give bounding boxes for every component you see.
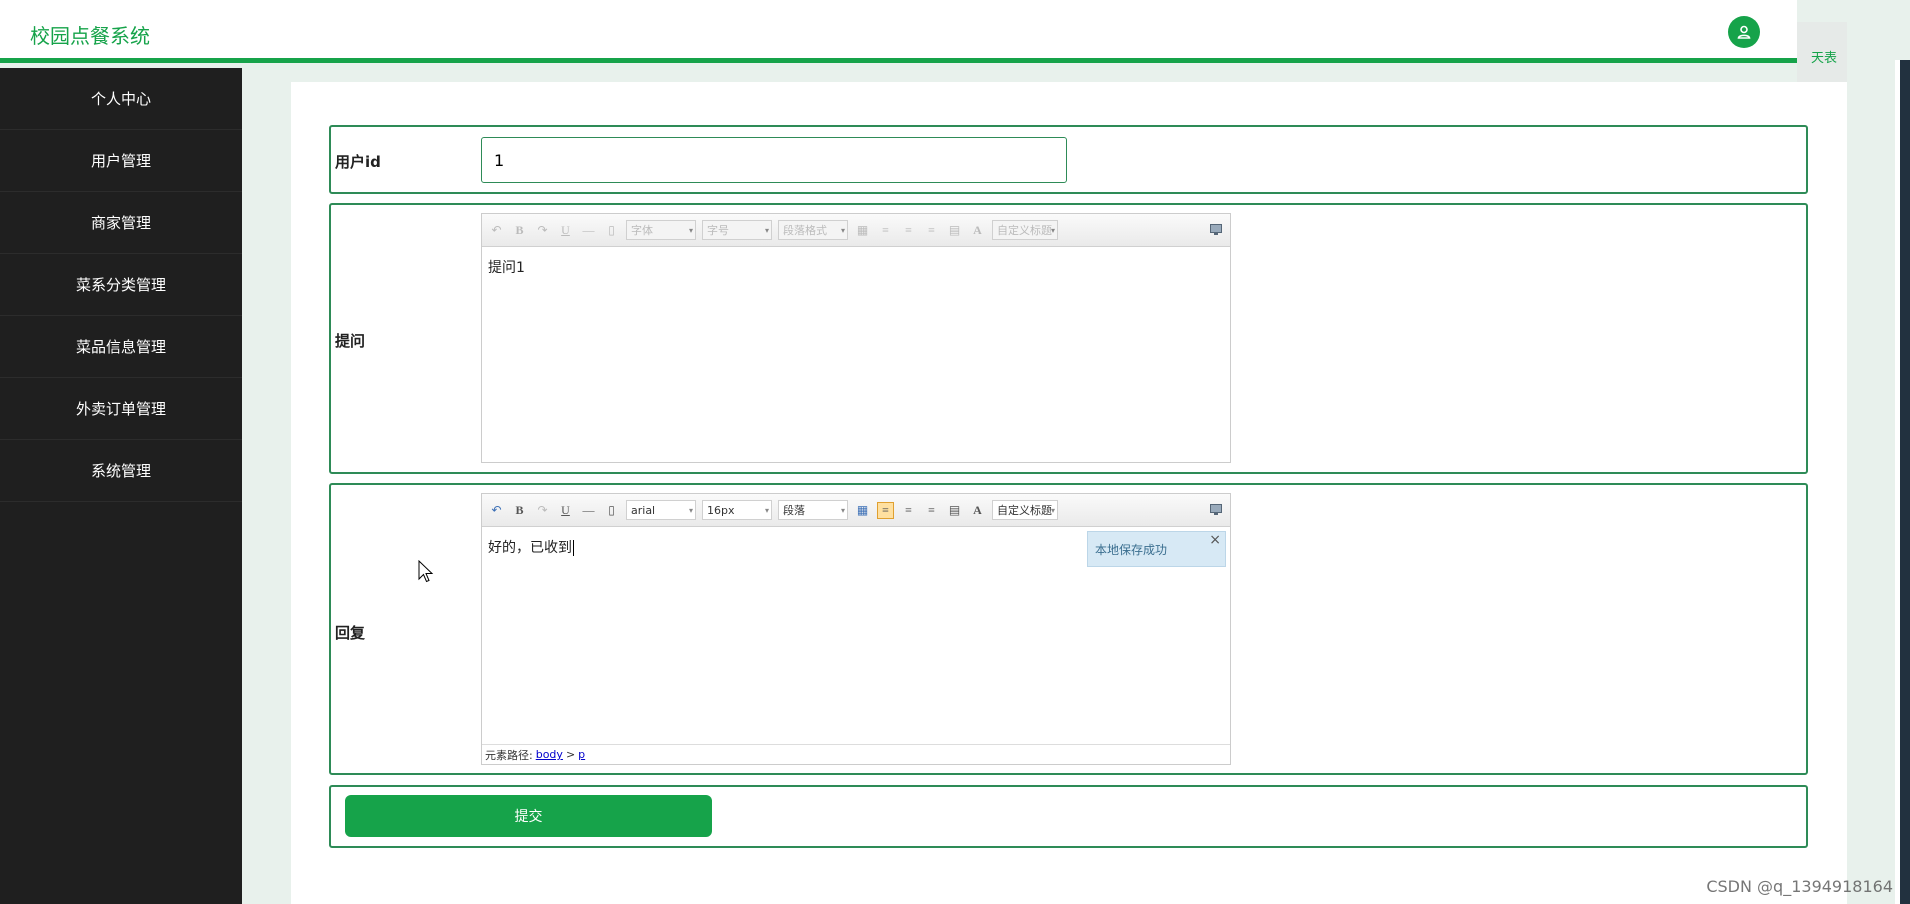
table-icon[interactable]: ▦ <box>854 502 871 519</box>
undo-icon[interactable]: ↶ <box>488 502 505 519</box>
watermark: CSDN @q_1394918164 <box>1706 877 1893 896</box>
sidebar-item-user-management[interactable]: 用户管理 <box>0 130 242 192</box>
bold-icon[interactable]: B <box>511 222 528 239</box>
form-row-reply: 回复 ↶ B ↷ U — ▯ arial 16px 段落 ▦ ≡ ≡ ≡ ▤ A… <box>329 483 1808 775</box>
sidebar-item-label: 用户管理 <box>90 152 151 170</box>
align-right-icon[interactable]: ≡ <box>900 222 917 239</box>
save-toast: 本地保存成功 × <box>1087 531 1226 567</box>
question-edit-area[interactable]: 提问1 <box>482 247 1230 287</box>
sidebar-item-merchant-management[interactable]: 商家管理 <box>0 192 242 254</box>
font-family-select[interactable]: arial <box>626 500 696 520</box>
underline-icon[interactable]: U <box>557 502 574 519</box>
undo-icon[interactable]: ↶ <box>488 222 505 239</box>
sidebar-item-label: 个人中心 <box>90 90 151 108</box>
reply-editor[interactable]: ↶ B ↷ U — ▯ arial 16px 段落 ▦ ≡ ≡ ≡ ▤ A 自定… <box>481 493 1231 765</box>
fullscreen-icon[interactable] <box>1207 221 1224 238</box>
form-row-submit: 提交 <box>329 785 1808 848</box>
font-color-icon[interactable]: A <box>969 502 986 519</box>
reply-label: 回复 <box>335 624 366 642</box>
mouse-cursor-icon <box>418 559 434 588</box>
path-link-body[interactable]: body <box>536 748 563 761</box>
font-size-select[interactable]: 16px <box>702 500 772 520</box>
form-row-question: 提问 ↶ B ↷ U — ▯ 字体 字号 段落格式 ▦ ≡ ≡ ≡ ▤ A 自定… <box>329 203 1808 474</box>
redo-icon[interactable]: ↷ <box>534 222 551 239</box>
custom-heading-select[interactable]: 自定义标题 <box>992 220 1058 240</box>
sidebar-item-label: 系统管理 <box>90 462 151 480</box>
redo-icon[interactable]: ↷ <box>534 502 551 519</box>
align-left-icon[interactable]: ≡ <box>877 222 894 239</box>
close-icon[interactable]: × <box>1209 532 1221 548</box>
sidebar-item-label: 菜系分类管理 <box>75 276 166 294</box>
horizontal-rule-icon[interactable]: — <box>580 222 597 239</box>
app-title: 校园点餐系统 <box>30 24 150 48</box>
fullscreen-icon[interactable] <box>1207 501 1224 518</box>
font-family-select[interactable]: 字体 <box>626 220 696 240</box>
sidebar-item-takeout-orders[interactable]: 外卖订单管理 <box>0 378 242 440</box>
align-right-icon[interactable]: ≡ <box>900 502 917 519</box>
sidebar: 个人中心 用户管理 商家管理 菜系分类管理 菜品信息管理 外卖订单管理 系统管理 <box>0 68 242 904</box>
question-editor-toolbar: ↶ B ↷ U — ▯ 字体 字号 段落格式 ▦ ≡ ≡ ≡ ▤ A 自定义标题 <box>482 214 1230 247</box>
question-editor[interactable]: ↶ B ↷ U — ▯ 字体 字号 段落格式 ▦ ≡ ≡ ≡ ▤ A 自定义标题 <box>481 213 1231 463</box>
reply-edit-area[interactable]: 好的，已收到 本地保存成功 × <box>482 527 1230 567</box>
sidebar-item-cuisine-category[interactable]: 菜系分类管理 <box>0 254 242 316</box>
sidebar-item-label: 商家管理 <box>90 214 151 232</box>
toast-message: 本地保存成功 <box>1095 542 1168 557</box>
horizontal-rule-icon[interactable]: — <box>580 502 597 519</box>
question-label: 提问 <box>335 332 366 350</box>
submit-button[interactable]: 提交 <box>345 795 712 837</box>
path-link-p[interactable]: p <box>578 748 585 761</box>
hidden-tab[interactable]: 天表 <box>1797 22 1847 82</box>
main-content: 用户id 提问 ↶ B ↷ U — ▯ 字体 字号 段落格式 ▦ ≡ ≡ ≡ ▤… <box>291 82 1847 904</box>
path-prefix: 元素路径: <box>485 748 533 762</box>
underline-icon[interactable]: U <box>557 222 574 239</box>
page-icon[interactable]: ▯ <box>603 502 620 519</box>
font-color-icon[interactable]: A <box>969 222 986 239</box>
reply-content: 好的，已收到 <box>488 540 572 556</box>
sidebar-item-label: 菜品信息管理 <box>75 338 166 356</box>
userid-label: 用户id <box>335 153 381 171</box>
path-separator: > <box>565 748 576 761</box>
sidebar-item-label: 外卖订单管理 <box>75 400 166 418</box>
align-center-icon[interactable]: ≡ <box>923 502 940 519</box>
align-justify-icon[interactable]: ▤ <box>946 222 963 239</box>
align-left-icon[interactable]: ≡ <box>877 501 894 519</box>
top-header: 校园点餐系统 <box>0 0 1797 63</box>
align-justify-icon[interactable]: ▤ <box>946 502 963 519</box>
sidebar-item-personal-center[interactable]: 个人中心 <box>0 68 242 130</box>
sidebar-item-system-management[interactable]: 系统管理 <box>0 440 242 502</box>
paragraph-select[interactable]: 段落 <box>778 500 848 520</box>
userid-input[interactable] <box>481 137 1067 183</box>
element-path-bar: 元素路径: body > p <box>482 744 1230 764</box>
user-icon[interactable] <box>1728 16 1760 48</box>
table-icon[interactable]: ▦ <box>854 222 871 239</box>
text-caret <box>573 540 574 556</box>
page-icon[interactable]: ▯ <box>603 222 620 239</box>
paragraph-select[interactable]: 段落格式 <box>778 220 848 240</box>
sidebar-item-dish-info[interactable]: 菜品信息管理 <box>0 316 242 378</box>
hidden-tab-label: 天表 <box>1810 51 1837 66</box>
edge-strip-dark <box>1900 60 1910 904</box>
bold-icon[interactable]: B <box>511 502 528 519</box>
form-row-userid: 用户id <box>329 125 1808 194</box>
custom-heading-select[interactable]: 自定义标题 <box>992 500 1058 520</box>
reply-editor-toolbar: ↶ B ↷ U — ▯ arial 16px 段落 ▦ ≡ ≡ ≡ ▤ A 自定… <box>482 494 1230 527</box>
font-size-select[interactable]: 字号 <box>702 220 772 240</box>
align-center-icon[interactable]: ≡ <box>923 222 940 239</box>
